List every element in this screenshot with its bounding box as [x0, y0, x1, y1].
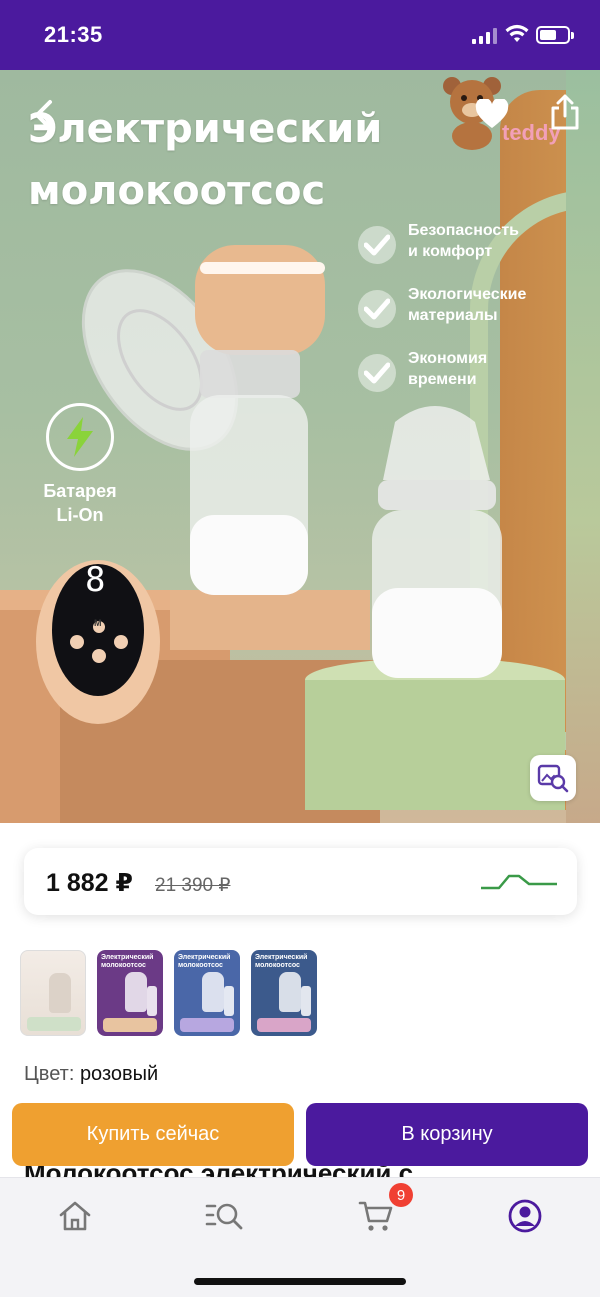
checkmark-icon [358, 226, 396, 264]
battery-badge-line2: Li-On [56, 505, 104, 525]
thumbnail-device [279, 972, 301, 1012]
color-option: Цвет: розовый [24, 1063, 158, 1086]
thumbnail[interactable]: Электрический молокоотсос [95, 948, 165, 1038]
cart-count-badge: 9 [389, 1183, 413, 1207]
hero-title: Электрический молокоотсос [28, 98, 382, 222]
thumbnail-device [202, 972, 224, 1012]
feature-line1: Экономия [408, 350, 488, 367]
color-value: розовый [79, 1063, 159, 1085]
share-button[interactable] [545, 92, 585, 132]
tab-home[interactable] [55, 1196, 95, 1236]
lightning-icon [46, 403, 114, 471]
cellular-signal-icon [472, 28, 497, 44]
thumbnail-pedestal [27, 1017, 81, 1031]
old-price: 21 390 ₽ [155, 875, 231, 896]
product-hero-image[interactable]: 8 M Электрический молокоотсос teddy Безо… [0, 70, 600, 823]
price-card[interactable]: 1 882 ₽ 21 390 ₽ [24, 848, 577, 915]
buy-now-button[interactable]: Купить сейчас [12, 1103, 294, 1166]
share-icon [551, 94, 579, 130]
chevron-left-icon [35, 100, 52, 130]
thumbnail-title: Электрический молокоотсос [178, 954, 231, 969]
image-thumbnails: Электрический молокоотсос Электрический … [20, 948, 317, 1038]
add-to-cart-button[interactable]: В корзину [306, 1103, 588, 1166]
thumbnail-device [125, 972, 147, 1012]
image-search-icon [537, 764, 569, 793]
current-price: 1 882 ₽ [46, 869, 133, 897]
feature-line2: времени [408, 371, 477, 388]
feature-line2: и комфорт [408, 243, 493, 260]
thumbnail[interactable] [20, 950, 86, 1036]
device-mode-key: M [94, 618, 102, 628]
thumbnail-pedestal [103, 1018, 157, 1032]
back-button[interactable] [24, 96, 62, 134]
tab-catalog[interactable] [205, 1196, 245, 1236]
profile-icon [508, 1199, 542, 1233]
favorite-button[interactable] [472, 94, 512, 134]
thumbnail-title: Электрический молокоотсос [255, 954, 308, 969]
tab-cart[interactable] [356, 1196, 396, 1236]
battery-icon [536, 26, 574, 44]
next-image-peek [566, 70, 600, 823]
feature-item: Экологические материалы [358, 284, 526, 348]
battery-badge-line1: Батарея [43, 481, 117, 501]
status-bar: 21:35 [0, 0, 600, 70]
thumbnail-device [49, 973, 71, 1013]
status-time: 21:35 [44, 22, 103, 47]
thumbnail-bottle [224, 986, 234, 1016]
thumbnail-pedestal [180, 1018, 234, 1032]
price-history-graph-icon[interactable] [479, 866, 559, 894]
wifi-icon [505, 24, 529, 42]
battery-badge: Батарея Li-On [30, 403, 130, 527]
color-label: Цвет: [24, 1063, 75, 1085]
thumbnail-title: Электрический молокоотсос [101, 954, 154, 969]
hero-title-line2: молокоотсос [28, 168, 326, 214]
cart-icon [358, 1201, 393, 1231]
feature-line1: Безопасность [408, 222, 519, 239]
feature-line2: материалы [408, 307, 498, 324]
heart-icon [475, 99, 509, 128]
checkmark-icon [358, 354, 396, 392]
thumbnail[interactable]: Электрический молокоотсос [251, 950, 317, 1036]
thumbnail-bottle [301, 986, 311, 1016]
feature-item: Безопасность и комфорт [358, 220, 526, 284]
home-indicator[interactable] [194, 1278, 406, 1285]
home-icon [59, 1201, 91, 1231]
checkmark-icon [358, 290, 396, 328]
hero-title-line1: Электрический [28, 106, 383, 152]
catalog-search-icon [205, 1203, 243, 1230]
thumbnail-bottle [147, 986, 157, 1016]
thumbnail-pedestal [257, 1018, 311, 1032]
feature-list: Безопасность и комфорт Экологические мат… [358, 220, 526, 412]
device-display-digit: 8 [85, 560, 106, 600]
thumbnail[interactable]: Электрический молокоотсос [174, 950, 240, 1036]
feature-item: Экономия времени [358, 348, 526, 412]
feature-line1: Экологические [408, 286, 527, 303]
image-search-button[interactable] [530, 755, 576, 801]
tab-profile[interactable] [505, 1196, 545, 1236]
